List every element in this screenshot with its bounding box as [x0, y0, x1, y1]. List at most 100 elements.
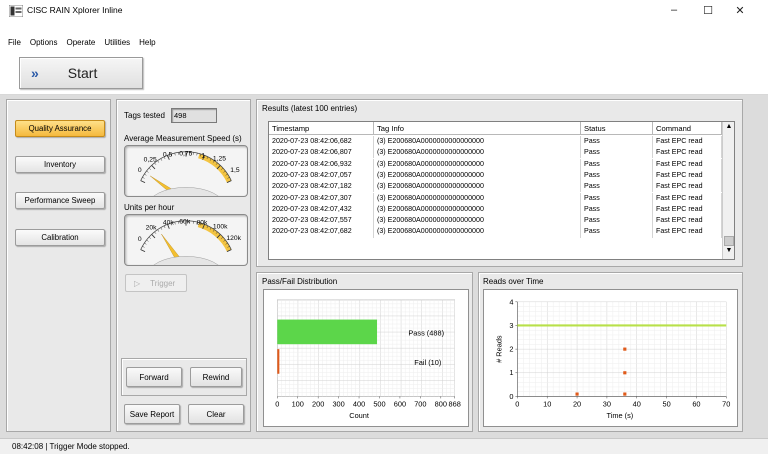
status-cell: Pass	[581, 181, 653, 193]
gauge-tick	[157, 229, 160, 232]
tag-info-cell: (3) E200680A0000000000000000	[374, 136, 581, 148]
save-report-button[interactable]: Save Report	[124, 404, 180, 424]
maximize-button[interactable]: ☐	[699, 3, 717, 17]
x-axis-label: Time (s)	[606, 411, 633, 420]
x-tick-label: 600	[394, 399, 406, 408]
status-cell: Pass	[581, 226, 653, 238]
y-tick-label: 3	[509, 321, 513, 330]
forward-button[interactable]: Forward	[126, 367, 182, 387]
tag-info-cell: (3) E200680A0000000000000000	[374, 158, 581, 170]
start-button[interactable]: » Start	[19, 57, 143, 89]
tag-info-cell: (3) E200680A0000000000000000	[374, 169, 581, 182]
x-tick-label: 200	[312, 399, 324, 408]
nav-performance-sweep[interactable]: Performance Sweep	[15, 192, 105, 209]
gauge-tick	[140, 180, 146, 184]
trigger-button[interactable]: ▷ Trigger	[125, 274, 187, 292]
x-tick-label: 70	[722, 399, 730, 408]
start-label: Start	[67, 65, 98, 81]
x-tick-label: 10	[543, 399, 551, 408]
timestamp-cell: 2020-07-23 08:42:06,807	[269, 147, 374, 159]
tag-info-cell: (3) E200680A0000000000000000	[374, 181, 581, 193]
table-row[interactable]: 2020-07-23 08:42:07,557 (3) E200680A00000…	[269, 215, 722, 227]
status-cell: Pass	[581, 215, 653, 227]
app-icon	[9, 5, 23, 17]
y-axis-label: # Reads	[495, 335, 504, 363]
x-tick-label: 700	[414, 399, 426, 408]
table-row[interactable]: 2020-07-23 08:42:06,682 (3) E200680A00000…	[269, 136, 722, 148]
menu-options[interactable]: Options	[26, 36, 63, 52]
reads-point	[623, 347, 627, 351]
x-tick-label: 800	[435, 399, 447, 408]
menu-utilities[interactable]: Utilities	[100, 36, 135, 52]
scroll-thumb[interactable]	[724, 236, 734, 246]
pass-fail-chart: 0 100 200 300 400 500 600 700 800 868 Pass (488) …	[263, 289, 469, 427]
gauge-tick-label: 0	[138, 236, 142, 243]
menu-operate[interactable]: Operate	[62, 36, 100, 52]
clear-button[interactable]: Clear	[188, 404, 244, 424]
x-tick-label: 500	[373, 399, 385, 408]
scroll-up-icon[interactable]: ▲	[724, 123, 734, 133]
y-tick-label: 1	[509, 368, 513, 377]
table-row[interactable]: 2020-07-23 08:42:07,682 (3) E200680A00000…	[269, 226, 722, 238]
status-cell: Pass	[581, 203, 653, 215]
table-row[interactable]: 2020-07-23 08:42:06,807 (3) E200680A00000…	[269, 147, 722, 159]
nav-panel	[6, 99, 111, 432]
timestamp-cell: 2020-07-23 08:42:07,057	[269, 169, 374, 182]
table-row[interactable]: 2020-07-23 08:42:07,182 (3) E200680A00000…	[269, 181, 722, 193]
minimize-button[interactable]: –	[665, 3, 683, 17]
rewind-button[interactable]: Rewind	[190, 367, 242, 387]
y-tick-label: 4	[509, 297, 513, 306]
column-header-timestamp[interactable]: Timestamp	[269, 122, 374, 135]
gauge-tick	[160, 227, 163, 230]
nav-quality-assurance[interactable]: Quality Assurance	[15, 120, 105, 137]
nav-calibration[interactable]: Calibration	[15, 229, 105, 246]
menu-help[interactable]: Help	[135, 36, 160, 52]
gauge-tick-label: 0	[138, 167, 142, 174]
pass-bar	[277, 319, 378, 345]
timestamp-cell: 2020-07-23 08:42:06,682	[269, 136, 374, 148]
gauge-tick	[144, 242, 147, 245]
fail-category-label: Fail (10)	[414, 358, 441, 367]
x-tick-label: 400	[353, 399, 365, 408]
gauge-tick	[151, 165, 156, 170]
bottom-strip	[0, 454, 768, 469]
column-header-command[interactable]: Command	[653, 122, 722, 135]
x-tick-label: 30	[603, 399, 611, 408]
column-header-tag-info[interactable]: Tag Info	[374, 122, 581, 135]
menu-file[interactable]: File	[4, 36, 26, 52]
table-row[interactable]: 2020-07-23 08:42:06,932 (3) E200680A00000…	[269, 158, 722, 170]
status-cell: Pass	[581, 158, 653, 170]
status-cell: Pass	[581, 192, 653, 204]
gauge-tick-label: 100k	[213, 223, 228, 230]
results-title: Results (latest 100 entries)	[262, 104, 358, 113]
table-row[interactable]: 2020-07-23 08:42:07,307 (3) E200680A00000…	[269, 192, 722, 204]
gauge-tick	[151, 234, 156, 239]
gauge-tick-label: 80k	[197, 220, 208, 227]
results-table[interactable]: Timestamp Tag Info Status Command 2020-0…	[268, 121, 735, 260]
table-row[interactable]: 2020-07-23 08:42:07,057 (3) E200680A00000…	[269, 169, 722, 182]
gauge-tick-label: 120k	[226, 235, 241, 242]
command-cell: Fast EPC read	[653, 136, 722, 148]
gauge-tick	[142, 177, 145, 179]
command-cell: Fast EPC read	[653, 226, 722, 238]
x-tick-label: 0	[515, 399, 519, 408]
gauge-tick	[148, 167, 151, 170]
column-header-status[interactable]: Status	[581, 122, 653, 135]
trigger-label: Trigger	[150, 278, 176, 288]
nav-inventory[interactable]: Inventory	[15, 156, 105, 173]
scroll-down-icon[interactable]: ▼	[724, 247, 734, 257]
gauge-tick-label: 40k	[163, 220, 174, 227]
tag-info-cell: (3) E200680A0000000000000000	[374, 192, 581, 204]
timestamp-cell: 2020-07-23 08:42:07,682	[269, 226, 374, 238]
command-cell: Fast EPC read	[653, 147, 722, 159]
gauge-tick-label: 0,75	[179, 151, 192, 158]
gauge-tick-label: 1	[201, 153, 205, 160]
reads-over-time-title: Reads over Time	[483, 277, 544, 286]
command-cell: Fast EPC read	[653, 203, 722, 215]
timestamp-cell: 2020-07-23 08:42:07,182	[269, 181, 374, 193]
table-scrollbar[interactable]: ▲ ▼	[722, 122, 734, 259]
x-tick-label: 868	[449, 399, 461, 408]
close-button[interactable]: ✕	[731, 3, 749, 17]
table-row[interactable]: 2020-07-23 08:42:07,432 (3) E200680A00000…	[269, 203, 722, 215]
units-gauge-label: Units per hour	[124, 203, 175, 212]
